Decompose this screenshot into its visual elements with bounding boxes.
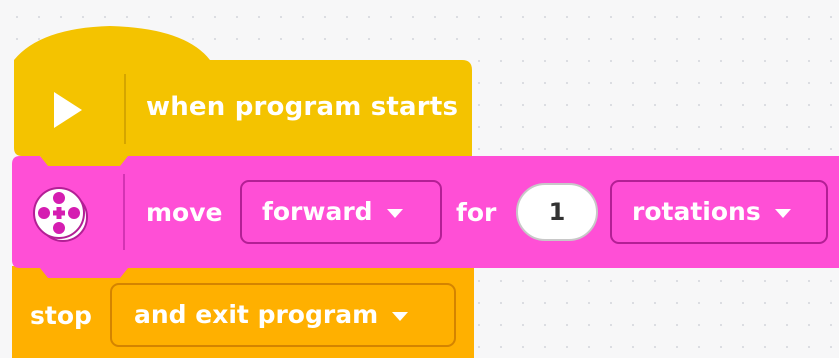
for-label: for [456,198,497,227]
play-icon[interactable] [54,92,82,128]
direction-value: forward [262,197,373,226]
caret-down-icon [386,208,403,218]
when-program-starts-block[interactable]: when program starts [14,62,472,154]
move-block[interactable]: move forward for 1 rotations [12,158,839,266]
stop-option-value: and exit program [134,300,379,329]
unit-dropdown[interactable]: rotations [610,180,828,244]
unit-value: rotations [632,197,761,226]
direction-dropdown[interactable]: forward [240,180,442,244]
caret-down-icon [392,311,409,321]
stop-option-dropdown[interactable]: and exit program [110,283,456,347]
move-label: move [146,198,223,227]
caret-down-icon [774,208,791,218]
block-divider [123,174,125,250]
program-canvas[interactable]: when program starts move forward for 1 r… [0,0,839,358]
amount-input[interactable]: 1 [516,183,598,241]
hat-block-label: when program starts [146,92,459,122]
stop-label: stop [30,301,92,330]
motor-icon [33,187,88,242]
block-divider [124,74,126,144]
stop-block[interactable]: stop and exit program [12,266,474,358]
